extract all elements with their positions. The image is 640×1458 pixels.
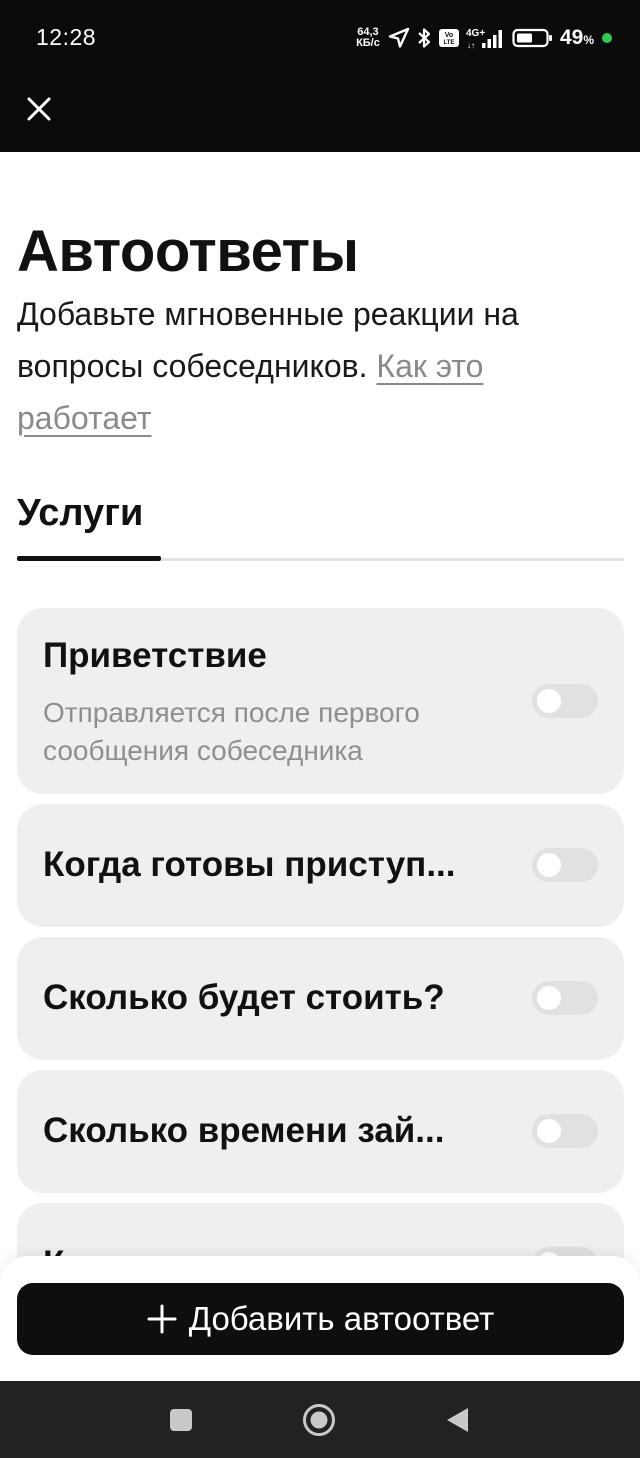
autoreply-list: Приветствие Отправляется после первого с… <box>17 608 624 1336</box>
card-title: Сколько будет стоить? <box>43 978 445 1017</box>
status-icons: 64,3 КБ/с Vo LTE 4G+ ↓↑ 49 % <box>354 24 612 52</box>
card-title: Сколько времени зай... <box>43 1111 445 1150</box>
close-icon <box>27 97 51 121</box>
battery-percent: 49 % <box>560 26 594 50</box>
bottom-action-panel: Добавить автоответ <box>0 1256 640 1381</box>
svg-text:LTE: LTE <box>444 40 455 46</box>
card-title: Когда готовы приступ... <box>43 845 456 884</box>
tab-divider <box>161 558 624 561</box>
page-title: Автоответы <box>17 219 359 284</box>
add-autoreply-label: Добавить автоответ <box>188 1300 495 1337</box>
cost-toggle[interactable] <box>532 981 598 1015</box>
battery-icon <box>512 27 554 49</box>
tab-bar: Услуги <box>17 480 624 562</box>
tab-services[interactable]: Услуги <box>17 492 143 535</box>
network-type-label: 4G+ <box>466 28 485 39</box>
greeting-toggle[interactable] <box>532 684 598 718</box>
close-button[interactable] <box>18 88 60 130</box>
location-arrow-icon <box>388 27 410 49</box>
home-circle-icon <box>303 1404 335 1436</box>
signal-icon: 4G+ ↓↑ <box>466 26 506 50</box>
back-button[interactable] <box>438 1401 476 1439</box>
system-nav-bar <box>0 1381 640 1458</box>
time-toggle[interactable] <box>532 1114 598 1148</box>
battery-percent-sign: % <box>583 33 594 47</box>
bluetooth-icon <box>416 26 432 50</box>
svg-text:↓↑: ↓↑ <box>467 41 475 50</box>
ready-to-start-toggle[interactable] <box>532 848 598 882</box>
charging-dot-icon <box>602 33 612 43</box>
card-description: Отправляется после первого сообщения соб… <box>43 697 420 766</box>
svg-text:Vo: Vo <box>445 32 453 39</box>
recents-square-icon <box>170 1409 192 1431</box>
page-subtitle: Добавьте мгновенные реакции на вопросы с… <box>17 288 617 444</box>
add-autoreply-button[interactable]: Добавить автоответ <box>17 1283 624 1355</box>
top-bar <box>0 76 640 152</box>
battery-percent-value: 49 <box>559 26 584 49</box>
autoreplies-sheet: Автоответы Добавьте мгновенные реакции н… <box>0 152 640 1381</box>
network-speed: 64,3 КБ/с <box>354 27 382 49</box>
status-time: 12:28 <box>36 24 97 50</box>
autoreply-card-time[interactable]: Сколько времени зай... <box>17 1070 624 1193</box>
status-bar: 12:28 64,3 КБ/с Vo LTE 4G+ ↓↑ 49 % <box>0 0 640 76</box>
tab-active-indicator <box>17 556 161 561</box>
back-triangle-icon <box>447 1408 468 1432</box>
autoreply-card-cost[interactable]: Сколько будет стоить? <box>17 937 624 1060</box>
network-speed-unit: КБ/с <box>356 37 380 49</box>
card-title: Приветствие <box>43 636 267 675</box>
volte-icon: Vo LTE <box>438 28 460 48</box>
home-button[interactable] <box>300 1401 338 1439</box>
plus-icon <box>147 1304 177 1334</box>
recents-button[interactable] <box>162 1401 200 1439</box>
autoreply-card-greeting[interactable]: Приветствие Отправляется после первого с… <box>17 608 624 794</box>
autoreply-card-ready-to-start[interactable]: Когда готовы приступ... <box>17 804 624 927</box>
